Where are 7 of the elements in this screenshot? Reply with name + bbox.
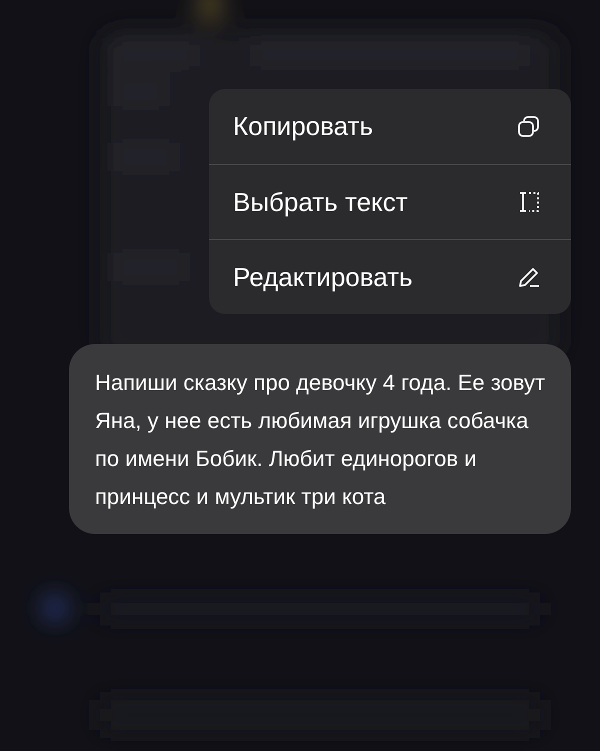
text-select-icon: [517, 190, 541, 214]
menu-item[interactable]: Редактировать: [209, 239, 571, 314]
pencil-icon: [517, 265, 541, 289]
message-text: Напиши сказку про девочку 4 года. Ее зовут Яна, у нее есть любимая игрушка собачка по имени Бобик. Любит единорогов и принцесс и мультик три кота: [95, 369, 546, 511]
copy-icon: [517, 114, 541, 138]
menu-item[interactable]: Копировать: [209, 89, 571, 164]
menu-item[interactable]: Выбрать текст: [209, 164, 571, 239]
